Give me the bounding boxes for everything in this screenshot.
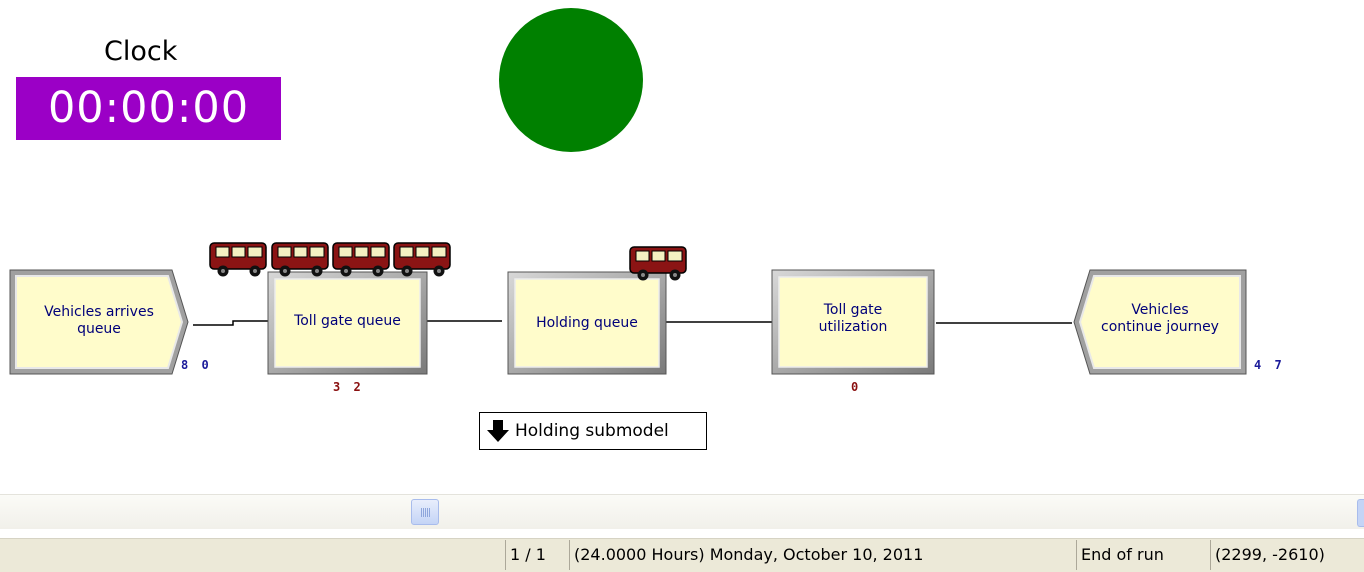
scrollbar-edge (1357, 499, 1364, 527)
create-module-label-line2: queue (77, 321, 121, 337)
holding-submodel-label: Holding submodel (515, 421, 669, 441)
van-icon (209, 242, 267, 278)
scrollbar-thumb[interactable] (411, 499, 439, 525)
create-module-counter: 8 0 (181, 358, 212, 372)
toll-gate-utilization-counter: 0 (851, 380, 862, 394)
dispose-module-label-line2: continue journey (1101, 319, 1219, 335)
holding-queue-label: Holding queue (536, 315, 638, 331)
status-sim-time: (24.0000 Hours) Monday, October 10, 2011 (569, 540, 1076, 570)
holding-submodel[interactable]: Holding submodel (479, 412, 707, 450)
toll-gate-utilization-label-line2: utilization (818, 319, 888, 335)
van-icon (393, 242, 451, 278)
queue-animation-vehicles (209, 242, 451, 278)
toll-gate-queue-label: Toll gate queue (294, 313, 401, 329)
toll-gate-utilization-label-line1: Toll gate (823, 302, 883, 318)
create-module-label-line1: Vehicles arrives (44, 304, 154, 320)
status-coordinates: (2299, -2610) (1210, 540, 1364, 570)
down-arrow-icon (487, 420, 509, 442)
model-canvas[interactable]: Clock 00:00:00 Vehicles arrives queue To… (0, 0, 1364, 494)
create-module-label: Vehicles arrives queue (24, 304, 174, 338)
dispose-module-label-line1: Vehicles (1131, 302, 1189, 318)
toll-gate-queue-counter: 3 2 (333, 380, 364, 394)
dispose-module-counter: 4 7 (1254, 358, 1285, 372)
van-icon (271, 242, 329, 278)
status-run-state: End of run (1076, 540, 1210, 570)
toll-gate-utilization-label: Toll gate utilization (779, 302, 927, 336)
horizontal-scrollbar[interactable] (0, 494, 1364, 529)
scrollbar-grip-icon (421, 508, 430, 517)
status-replication: 1 / 1 (505, 540, 569, 570)
dispose-module-label: Vehicles continue journey (1080, 302, 1240, 336)
status-bar: 1 / 1 (24.0000 Hours) Monday, October 10… (0, 538, 1364, 572)
van-icon (332, 242, 390, 278)
connector-create-to-queue[interactable] (193, 320, 272, 326)
